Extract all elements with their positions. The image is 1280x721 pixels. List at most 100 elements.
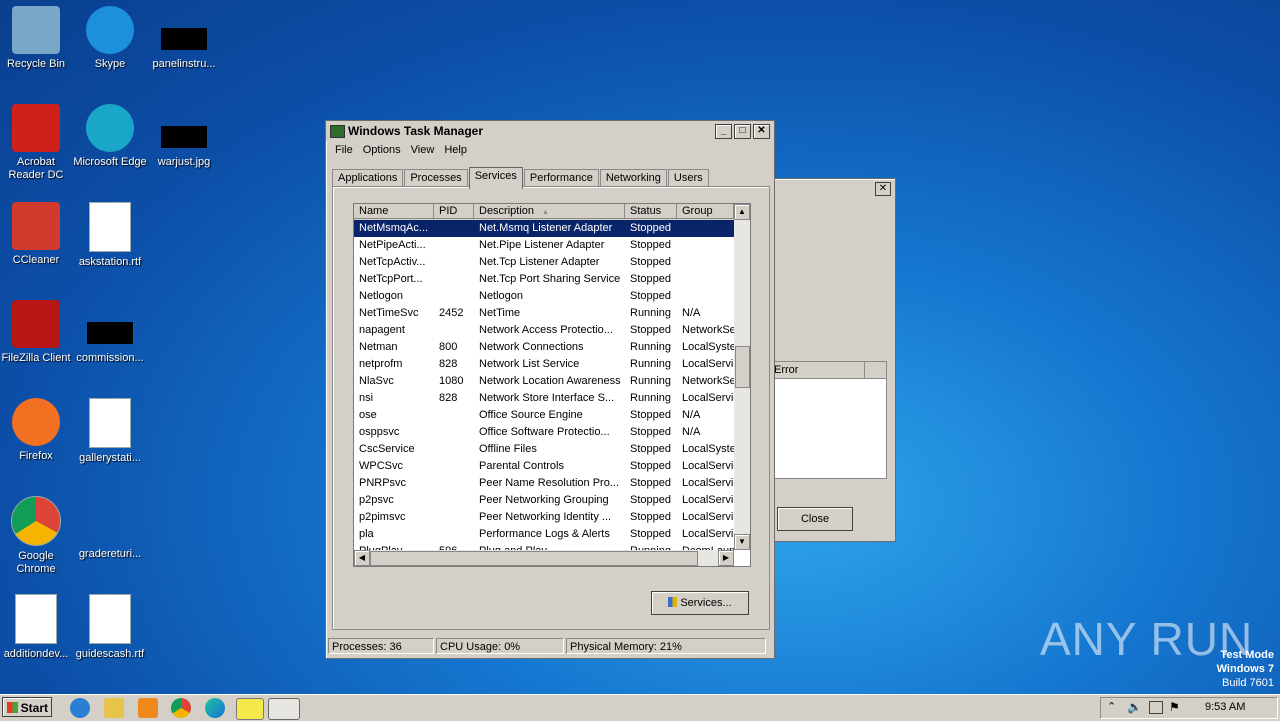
minimize-icon[interactable]: _ [715,123,732,139]
column-header-description[interactable]: Description ▲ [474,204,625,219]
column-header-group[interactable]: Group [677,204,734,219]
table-row[interactable]: Netlogon Netlogon Stopped [354,288,734,305]
edge-icon[interactable] [205,698,225,718]
cell-description: Net.Msmq Listener Adapter [479,222,613,234]
desktop-icon-gallerystati[interactable]: gallerystati... [72,398,148,465]
scroll-down-icon[interactable]: ▼ [734,534,750,550]
cell-group: LocalServic [682,528,734,540]
desktop-icon-guidescash[interactable]: guidescash.rtf [72,594,148,661]
window-title: Windows Task Manager [348,124,484,138]
cell-group: LocalSyste [682,443,734,455]
menu-view[interactable]: View [406,144,440,156]
maximize-icon[interactable]: □ [734,123,751,139]
desktop-icon-askstation[interactable]: askstation.rtf [72,202,148,269]
desktop-icon-skype[interactable]: Skype [72,6,148,71]
cell-name: pla [359,528,374,540]
cell-description: Net.Tcp Listener Adapter [479,256,600,268]
cell-pid [434,526,474,543]
cell-description: Network Access Protectio... [479,324,613,336]
anyrun-app-icon[interactable] [236,698,264,720]
cell-group: N/A [682,409,701,421]
table-row[interactable]: osppsvc Office Software Protectio... Stopp… [354,424,734,441]
table-row[interactable]: pla Performance Logs & Alerts Stopped Local… [354,526,734,543]
error-column-header[interactable]: Error [772,362,865,378]
cell-pid: 1080 [439,375,464,387]
cell-description: Peer Networking Grouping [479,494,609,506]
table-row[interactable]: NetMsmqAc... Net.Msmq Listener Adapter Sto… [354,220,734,237]
cell-pid [434,322,474,339]
table-row[interactable]: nsi 828 Network Store Interface S... Runnin… [354,390,734,407]
clock[interactable]: 9:53 AM [1205,701,1245,713]
error-list[interactable]: Error [771,361,887,479]
chrome-icon[interactable] [171,698,191,718]
desktop-icon-panelinstru[interactable]: panelinstru... [146,6,222,71]
scroll-up-icon[interactable]: ▲ [734,204,750,220]
ie-icon[interactable] [70,698,90,718]
vertical-scrollbar[interactable]: ▲ ▼ [734,204,750,550]
desktop-icon-chrome[interactable]: Google Chrome [0,496,74,576]
column-header-pid[interactable]: PID [434,204,474,219]
column-header-status[interactable]: Status [625,204,677,219]
cell-status: Stopped [630,409,671,421]
cell-name: NetMsmqAc... [359,222,429,234]
table-row[interactable]: napagent Network Access Protectio... Stopp… [354,322,734,339]
tab-services[interactable]: Services [468,167,523,189]
table-row[interactable]: CscService Offline Files Stopped LocalSyste [354,441,734,458]
desktop-icon-label: commission... [76,352,144,364]
table-row[interactable]: ose Office Source Engine Stopped N/A [354,407,734,424]
column-header-name[interactable]: Name [354,204,434,219]
menu-help[interactable]: Help [439,144,472,156]
close-icon[interactable]: ✕ [753,123,770,139]
desktop-icon-additiondev[interactable]: additiondev... [0,594,74,661]
scroll-thumb[interactable] [735,346,750,388]
horizontal-scrollbar[interactable]: ◀ ▶ [354,550,734,566]
table-row[interactable]: netprofm 828 Network List Service Running Lo… [354,356,734,373]
table-row[interactable]: NlaSvc 1080 Network Location Awareness Runn… [354,373,734,390]
services-list[interactable]: Name PID Description ▲ Status Group NetMsmqA… [353,203,751,567]
menu-file[interactable]: File [330,144,358,156]
table-row[interactable]: NetTcpPort... Net.Tcp Port Sharing Servic… [354,271,734,288]
desktop-icon-label: CCleaner [12,254,60,266]
scroll-right-icon[interactable]: ▶ [718,550,734,566]
table-row[interactable]: PNRPsvc Peer Name Resolution Pro... Stoppe… [354,475,734,492]
desktop-icon-edge[interactable]: Microsoft Edge [72,104,148,169]
filezilla-icon [12,300,60,348]
cell-description: Net.Tcp Port Sharing Service [479,273,621,285]
task-manager-taskbar-icon[interactable] [268,698,300,720]
flag-icon[interactable]: ⚑ [1169,700,1180,714]
table-row[interactable]: NetPipeActi... Net.Pipe Listener Adapter S… [354,237,734,254]
tray-expand-icon[interactable]: ⌃ [1107,700,1116,713]
desktop-icon-label: Acrobat Reader DC [8,156,64,181]
cell-description: Peer Networking Identity ... [479,511,612,523]
table-row[interactable]: NetTcpActiv... Net.Tcp Listener Adapter St… [354,254,734,271]
volume-icon[interactable]: 🔈 [1127,700,1142,714]
services-button[interactable]: Services... [651,591,749,615]
cell-status: Stopped [630,290,671,302]
desktop-icon-commission[interactable]: commission... [72,300,148,365]
table-row[interactable]: WPCSvc Parental Controls Stopped LocalServi… [354,458,734,475]
table-row[interactable]: NetTimeSvc 2452 NetTime Running N/A [354,305,734,322]
desktop-icon-warjust[interactable]: warjust.jpg [146,104,222,169]
media-player-icon[interactable] [138,698,158,718]
cell-status: Stopped [630,477,671,489]
scroll-left-icon[interactable]: ◀ [354,550,370,566]
cell-group: LocalSyste [682,341,734,353]
menu-options[interactable]: Options [358,144,406,156]
start-button[interactable]: Start [2,697,52,717]
table-row[interactable]: p2psvc Peer Networking Grouping Stopped Loc… [354,492,734,509]
table-row[interactable]: Netman 800 Network Connections Running Local… [354,339,734,356]
dialog-close-icon[interactable]: ✕ [875,182,891,196]
close-button[interactable]: Close [777,507,853,531]
explorer-icon[interactable] [104,698,124,718]
desktop-icon-firefox[interactable]: Firefox [0,398,74,463]
desktop-icon-ccleaner[interactable]: CCleaner [0,202,74,267]
cell-name: NlaSvc [359,375,394,387]
desktop-icon-filezilla[interactable]: FileZilla Client [0,300,74,365]
hscroll-thumb[interactable] [370,551,698,566]
task-manager-titlebar[interactable]: Windows Task Manager _ □ ✕ [326,121,774,141]
network-icon[interactable] [1149,701,1163,714]
desktop-icon-recycle-bin[interactable]: Recycle Bin [0,6,74,71]
desktop-icon-acrobat[interactable]: Acrobat Reader DC [0,104,74,182]
desktop-icon-gradereturi[interactable]: gradereturi... [72,496,148,561]
table-row[interactable]: p2pimsvc Peer Networking Identity ... Stop… [354,509,734,526]
